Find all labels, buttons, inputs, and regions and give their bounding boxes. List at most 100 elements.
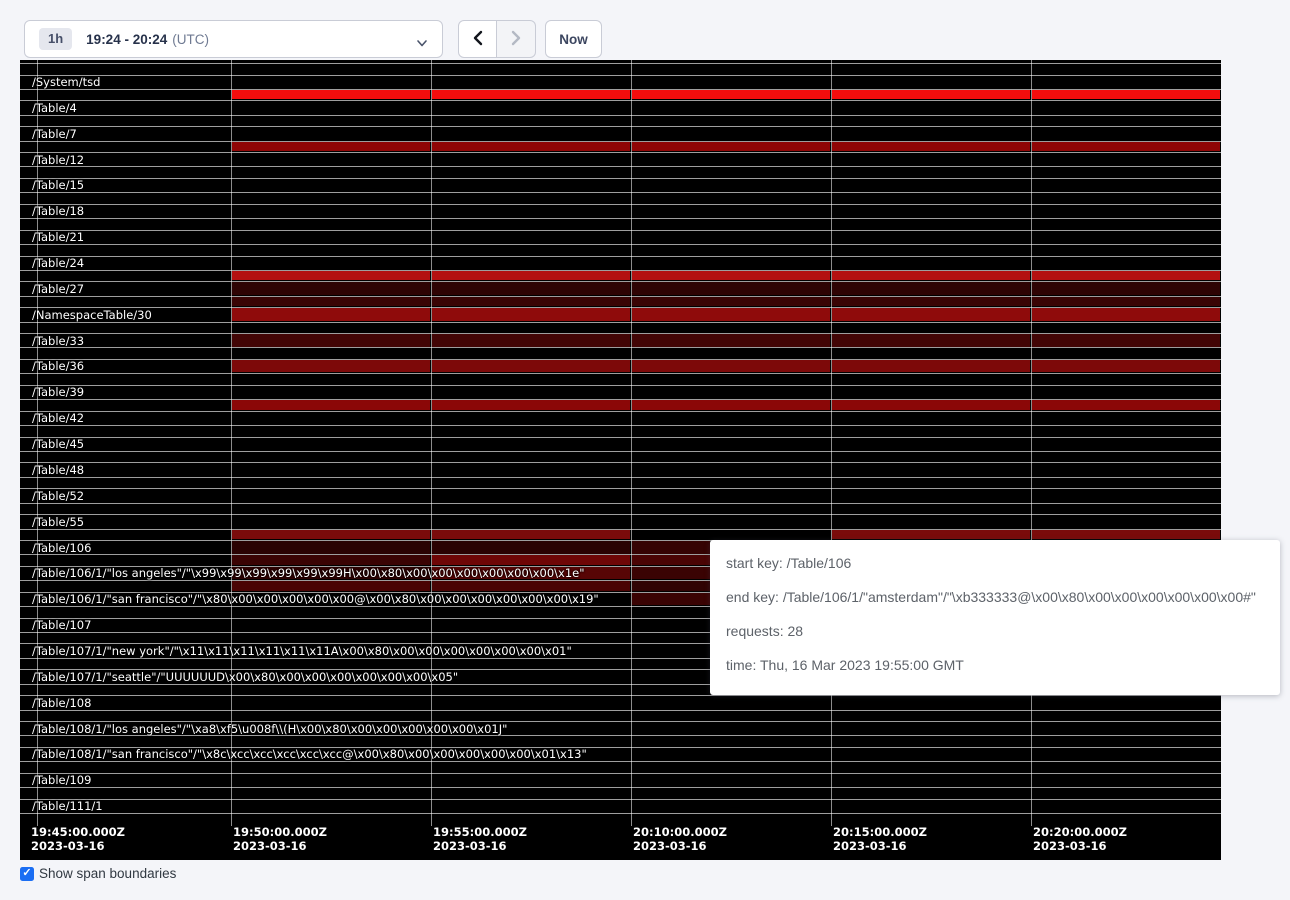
heat-span[interactable] bbox=[432, 334, 630, 347]
span-boundary-line bbox=[20, 218, 1221, 219]
heat-span[interactable] bbox=[432, 541, 630, 554]
span-boundary-line bbox=[20, 89, 1221, 90]
prev-range-button[interactable] bbox=[458, 20, 497, 58]
heat-span[interactable] bbox=[1032, 308, 1220, 321]
heat-span[interactable] bbox=[632, 541, 710, 554]
heat-span[interactable] bbox=[632, 334, 830, 347]
span-boundary-line bbox=[20, 529, 1221, 530]
heat-span[interactable] bbox=[1032, 282, 1220, 295]
heat-span[interactable] bbox=[232, 282, 430, 295]
heat-span[interactable] bbox=[432, 555, 630, 565]
heat-span[interactable] bbox=[432, 530, 630, 540]
row-label: /Table/15 bbox=[32, 179, 84, 191]
heat-span[interactable] bbox=[432, 90, 630, 100]
heat-span[interactable] bbox=[1032, 360, 1220, 373]
next-range-button[interactable] bbox=[497, 20, 536, 58]
row-label: /Table/107/1/"seattle"/"UUUUUUD\x00\x80\… bbox=[32, 671, 458, 683]
heat-span[interactable] bbox=[632, 360, 830, 373]
row-label: /Table/12 bbox=[32, 154, 84, 166]
heat-span[interactable] bbox=[832, 334, 1030, 347]
footer: ✓ Show span boundaries bbox=[20, 866, 176, 881]
heat-span[interactable] bbox=[832, 360, 1030, 373]
heat-span[interactable] bbox=[232, 581, 430, 591]
heat-span[interactable] bbox=[1032, 297, 1220, 307]
heat-span[interactable] bbox=[632, 581, 710, 591]
heat-span[interactable] bbox=[832, 308, 1030, 321]
heat-span[interactable] bbox=[232, 334, 430, 347]
heat-span[interactable] bbox=[232, 308, 430, 321]
span-boundary-line bbox=[20, 477, 1221, 478]
heat-span[interactable] bbox=[1032, 90, 1220, 100]
heat-span[interactable] bbox=[632, 282, 830, 295]
heat-span[interactable] bbox=[632, 90, 830, 100]
row-label: /Table/108/1/"los angeles"/"\xa8\xf5\u00… bbox=[32, 723, 507, 735]
heat-span[interactable] bbox=[832, 400, 1030, 410]
row-label: /Table/106/1/"san francisco"/"\x80\x00\x… bbox=[32, 593, 599, 605]
span-boundary-line bbox=[20, 63, 1221, 64]
heat-span[interactable] bbox=[1032, 400, 1220, 410]
heat-span[interactable] bbox=[232, 400, 430, 410]
span-boundary-line bbox=[20, 307, 1221, 308]
heat-span[interactable] bbox=[832, 142, 1030, 152]
heat-span[interactable] bbox=[1032, 334, 1220, 347]
heat-span[interactable] bbox=[232, 142, 430, 152]
heat-span[interactable] bbox=[432, 282, 630, 295]
heat-span[interactable] bbox=[432, 271, 630, 281]
span-boundary-line bbox=[20, 333, 1221, 334]
row-label: /Table/7 bbox=[32, 128, 77, 140]
row-label: /System/tsd bbox=[32, 76, 100, 88]
key-visualizer-canvas[interactable]: /System/tsd/Table/4/Table/7/Table/12/Tab… bbox=[20, 60, 1221, 860]
axis-tick-label: 19:45:00.000Z 2023-03-16 bbox=[31, 825, 125, 853]
span-boundary-line bbox=[20, 100, 1221, 101]
heat-span[interactable] bbox=[232, 297, 430, 307]
span-boundary-line bbox=[20, 787, 1221, 788]
span-boundary-line bbox=[20, 230, 1221, 231]
heat-span[interactable] bbox=[232, 271, 430, 281]
heat-span[interactable] bbox=[232, 360, 430, 373]
show-span-boundaries-checkbox[interactable]: ✓ bbox=[20, 867, 34, 881]
heat-span[interactable] bbox=[432, 142, 630, 152]
time-range-dropdown[interactable]: 1h 19:24 - 20:24 (UTC) bbox=[24, 20, 443, 58]
heat-span[interactable] bbox=[632, 567, 710, 580]
span-boundary-line bbox=[20, 75, 1221, 76]
heat-span[interactable] bbox=[632, 297, 830, 307]
axis-tick-label: 19:50:00.000Z 2023-03-16 bbox=[233, 825, 327, 853]
heat-span[interactable] bbox=[832, 530, 1030, 540]
row-label: /Table/21 bbox=[32, 231, 84, 243]
heat-span[interactable] bbox=[632, 142, 830, 152]
span-boundary-line bbox=[20, 270, 1221, 271]
heat-span[interactable] bbox=[1032, 530, 1220, 540]
span-boundary-line bbox=[20, 373, 1221, 374]
heat-span[interactable] bbox=[1032, 271, 1220, 281]
row-label: /Table/111/1 bbox=[32, 800, 103, 812]
heat-span[interactable] bbox=[232, 555, 430, 565]
heat-span[interactable] bbox=[432, 400, 630, 410]
heat-span[interactable] bbox=[832, 282, 1030, 295]
heat-span[interactable] bbox=[432, 581, 630, 591]
row-label: /Table/36 bbox=[32, 360, 84, 372]
heat-span[interactable] bbox=[632, 271, 830, 281]
heat-span[interactable] bbox=[432, 360, 630, 373]
chevron-left-icon bbox=[472, 30, 484, 49]
heat-span[interactable] bbox=[832, 297, 1030, 307]
now-button[interactable]: Now bbox=[545, 20, 602, 58]
heat-span[interactable] bbox=[632, 308, 830, 321]
heat-span[interactable] bbox=[832, 90, 1030, 100]
span-boundary-line bbox=[20, 152, 1221, 153]
heat-span[interactable] bbox=[432, 308, 630, 321]
span-boundary-line bbox=[20, 451, 1221, 452]
span-boundary-line bbox=[20, 347, 1221, 348]
row-label: /Table/48 bbox=[32, 464, 84, 476]
row-label: /Table/18 bbox=[32, 205, 84, 217]
heat-span[interactable] bbox=[632, 593, 710, 606]
heat-span[interactable] bbox=[232, 541, 430, 554]
row-label: /Table/109 bbox=[32, 774, 91, 786]
heat-span[interactable] bbox=[632, 555, 710, 565]
heat-span[interactable] bbox=[832, 271, 1030, 281]
tooltip-line: start key: /Table/106 bbox=[726, 553, 1264, 573]
heat-span[interactable] bbox=[432, 297, 630, 307]
heat-span[interactable] bbox=[632, 400, 830, 410]
heat-span[interactable] bbox=[1032, 142, 1220, 152]
heat-span[interactable] bbox=[232, 90, 430, 100]
heat-span[interactable] bbox=[232, 530, 430, 540]
